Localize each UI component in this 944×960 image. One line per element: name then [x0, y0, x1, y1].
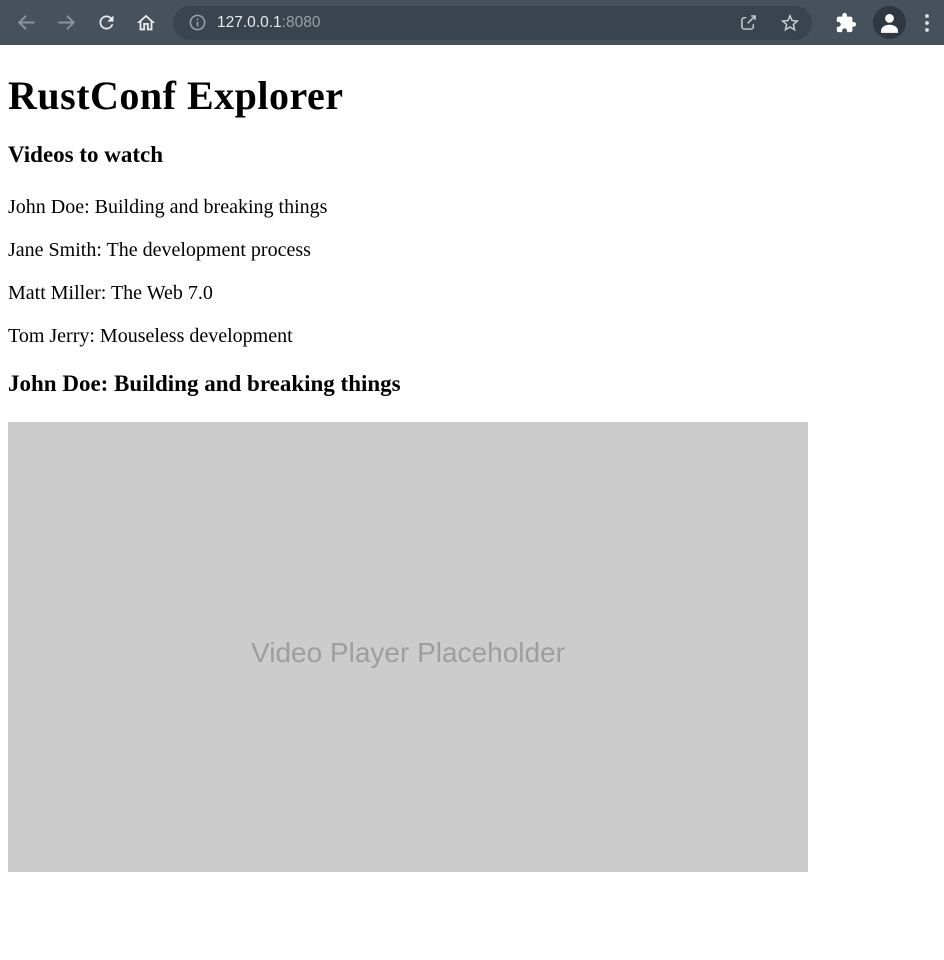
bookmark-star-button[interactable]: [776, 9, 804, 37]
video-list-item[interactable]: Matt Miller: The Web 7.0: [8, 282, 936, 305]
forward-arrow-icon: [55, 11, 78, 34]
video-list-item[interactable]: Jane Smith: The development process: [8, 239, 936, 262]
extensions-puzzle-icon: [835, 12, 857, 34]
page-content: RustConf Explorer Videos to watch John D…: [0, 72, 944, 872]
video-list-item[interactable]: John Doe: Building and breaking things: [8, 196, 936, 219]
menu-button[interactable]: [914, 5, 940, 41]
profile-avatar-icon: [873, 6, 906, 39]
toolbar-right-actions: [822, 5, 940, 41]
forward-button[interactable]: [48, 5, 84, 41]
video-player-placeholder: Video Player Placeholder: [8, 422, 808, 872]
site-info-button[interactable]: [183, 9, 211, 37]
extensions-button[interactable]: [828, 5, 864, 41]
selected-video-title: John Doe: Building and breaking things: [8, 371, 936, 397]
back-arrow-icon: [15, 11, 38, 34]
page-title: RustConf Explorer: [8, 72, 936, 119]
omnibox[interactable]: 127.0.0.1:8080: [173, 6, 812, 40]
site-info-icon: [188, 13, 207, 32]
refresh-button[interactable]: [88, 5, 124, 41]
bookmark-star-icon: [779, 12, 801, 34]
share-icon: [738, 12, 759, 33]
section-title: Videos to watch: [8, 142, 936, 168]
url-host: 127.0.0.1: [217, 14, 282, 31]
url-port: :8080: [282, 14, 321, 31]
back-button[interactable]: [8, 5, 44, 41]
refresh-icon: [96, 12, 117, 33]
url-text[interactable]: 127.0.0.1:8080: [217, 14, 734, 32]
home-icon: [135, 12, 157, 34]
video-list-item[interactable]: Tom Jerry: Mouseless development: [8, 325, 936, 348]
profile-button[interactable]: [870, 5, 908, 41]
home-button[interactable]: [128, 5, 164, 41]
kebab-menu-icon: [918, 12, 936, 34]
share-button[interactable]: [734, 9, 762, 37]
player-placeholder-label: Video Player Placeholder: [251, 625, 565, 669]
browser-toolbar: 127.0.0.1:8080: [0, 0, 944, 45]
